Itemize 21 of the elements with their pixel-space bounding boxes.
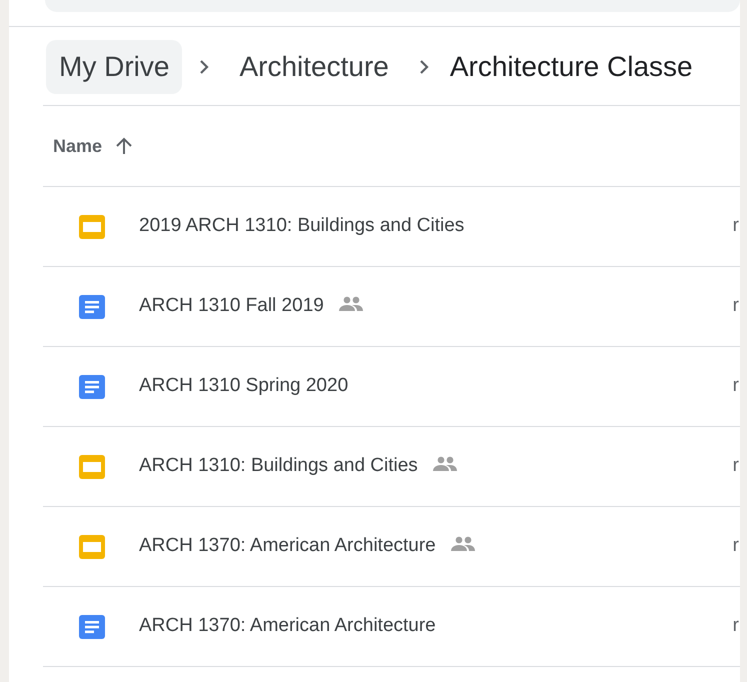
- table-cell-text: r: [732, 294, 739, 318]
- slides-file-icon: [78, 214, 106, 240]
- column-header[interactable]: Name: [53, 132, 134, 160]
- breadcrumb-item[interactable]: My Drive: [46, 40, 182, 94]
- table-cell-text: r: [732, 374, 739, 398]
- slides-file-icon: [78, 534, 106, 560]
- file-name: ARCH 1310 Fall 2019: [139, 294, 324, 318]
- table-cell-text: r: [732, 614, 739, 638]
- table-cell-text: r: [732, 214, 739, 238]
- file-name: ARCH 1310: Buildings and Cities: [139, 454, 418, 478]
- file-name: ARCH 1370: American Architecture: [139, 534, 436, 558]
- file-name: 2019 ARCH 1310: Buildings and Cities: [139, 214, 464, 238]
- table-cell-text: r: [732, 454, 739, 478]
- file-name: ARCH 1310 Spring 2020: [139, 374, 348, 398]
- table-cell-text: r: [732, 534, 739, 558]
- slides-file-icon: [78, 454, 106, 480]
- document-file-icon: [78, 374, 106, 400]
- document-file-icon: [78, 614, 106, 640]
- document-file-icon: [78, 294, 106, 320]
- file-name: ARCH 1370: American Architecture: [139, 614, 436, 638]
- breadcrumb-item[interactable]: Architecture Classe: [446, 40, 697, 94]
